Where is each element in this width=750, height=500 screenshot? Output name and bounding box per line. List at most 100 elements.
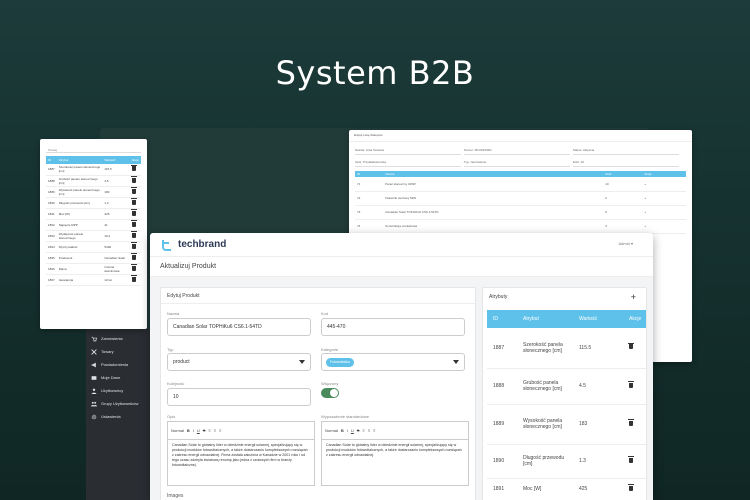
column-header[interactable]: Atrybut <box>56 156 103 164</box>
table-row[interactable]: 1887 Szerokość panelu słonecznego [cm] 115… <box>46 164 141 176</box>
sidebar-item-users[interactable]: Użytkownicy <box>86 384 150 397</box>
sidebar-item-my-data[interactable]: Moje Dane <box>86 371 150 384</box>
table-row[interactable]: 74 Konstrukcja montażowa 4 + <box>355 219 686 234</box>
ordered-list-button[interactable]: ≡ <box>208 428 210 433</box>
trash-icon[interactable] <box>623 404 646 445</box>
order-input[interactable]: 10 <box>167 388 311 406</box>
table-row[interactable]: 1889 Wysokość panela słonecznego [cm] 183 <box>487 404 646 445</box>
table-row[interactable]: 1889 Wysokość panelu słonecznego [cm] 183 <box>46 186 141 198</box>
trash-icon[interactable] <box>129 274 141 286</box>
category-select[interactable]: Fotowoltaika <box>321 353 465 371</box>
bold-button[interactable]: B <box>341 428 344 433</box>
column-header[interactable]: Wartość <box>102 156 130 164</box>
sidebar-item-orders[interactable]: Zamówienia <box>86 332 150 345</box>
table-row[interactable]: 72 Falownik sieciowy 5kW 2 + <box>355 191 686 206</box>
column-header[interactable]: Akcje <box>129 156 141 164</box>
form-field[interactable]: Nazwa: Lista Testowa <box>355 146 461 155</box>
italic-button[interactable]: I <box>347 428 348 433</box>
trash-icon[interactable] <box>129 208 141 220</box>
table-row[interactable]: 1897 Gwarancja 12 lat <box>46 274 141 286</box>
underline-button[interactable]: U <box>197 428 200 433</box>
sidebar-item-settings[interactable]: Ustawienia <box>86 410 150 423</box>
italic-button[interactable]: I <box>193 428 194 433</box>
sidebar-item-products[interactable]: Towary <box>86 345 150 358</box>
standard-equipment-editor[interactable]: Normal B I U S ≡ ≡ ≡ Canadian Solar to g… <box>321 421 469 486</box>
table-row[interactable]: 1888 Grubość panelu słonecznego [cm] 4,5 <box>46 175 141 187</box>
column-header[interactable]: ID <box>46 156 57 164</box>
trash-icon[interactable] <box>129 241 141 253</box>
align-button[interactable]: ≡ <box>219 428 221 433</box>
ordered-list-button[interactable]: ≡ <box>362 428 364 433</box>
type-select[interactable]: product <box>167 353 311 371</box>
column-header[interactable]: Akcje <box>623 310 646 328</box>
category-chip[interactable]: Fotowoltaika <box>326 358 354 367</box>
cell-id: 1888 <box>46 175 57 187</box>
trash-icon[interactable] <box>623 368 646 405</box>
table-row[interactable]: 1892 Napięcie MPP 41 <box>46 219 141 231</box>
code-input[interactable]: 445-470 <box>321 318 465 336</box>
table-row[interactable]: 1896 Rama Czarna aluminiowa <box>46 263 141 275</box>
trash-icon[interactable] <box>129 263 141 275</box>
trash-icon[interactable] <box>129 197 141 209</box>
table-row[interactable]: 1887 Szerokość panela słonecznego [cm] 115… <box>487 328 646 369</box>
table-row[interactable]: 73 Canadian Solar TOPHiKu6 CS6.1-54TD 5 + <box>355 205 686 220</box>
strike-button[interactable]: S <box>203 428 206 433</box>
bullet-list-button[interactable]: ≡ <box>214 428 216 433</box>
table-row[interactable]: 1891 Moc [W] 425 <box>46 208 141 220</box>
table-row[interactable]: 1891 Moc [W] 425 <box>487 478 646 500</box>
column-header[interactable]: ID <box>487 310 517 328</box>
description-editor[interactable]: Normal B I U S ≡ ≡ ≡ Canadian Solar to g… <box>167 421 315 486</box>
cell-attr: Wysokość panela słonecznego [cm] <box>517 404 573 445</box>
add-icon[interactable]: + <box>642 177 686 192</box>
trash-icon[interactable] <box>129 252 141 264</box>
search-input[interactable]: Szukaj <box>46 147 141 153</box>
cell-id: 1889 <box>46 186 57 198</box>
sidebar-item-notifications[interactable]: Powiadomienia <box>86 358 150 371</box>
add-icon[interactable]: + <box>642 191 686 206</box>
add-icon[interactable]: + <box>642 205 686 220</box>
cell-val: 115.5 <box>573 328 623 369</box>
trash-icon[interactable] <box>129 175 141 187</box>
trash-icon[interactable] <box>129 219 141 231</box>
form-field[interactable]: Typ: zamówienie <box>463 158 570 167</box>
cell-attr: Grubość panelu słonecznego [cm] <box>56 175 103 187</box>
table-row[interactable]: 1890 Długość przewodu [cm] 1.3 <box>487 444 646 479</box>
form-field[interactable]: Status: Aktywna <box>572 146 679 155</box>
sidebar-item-user-groups[interactable]: Grupy Użytkowników <box>86 397 150 410</box>
field-value: ZK/2023/001 <box>474 148 492 152</box>
column-header[interactable]: Wartość <box>573 310 623 328</box>
trash-icon[interactable] <box>623 328 646 369</box>
trash-icon[interactable] <box>129 186 141 198</box>
add-icon[interactable]: + <box>642 219 686 234</box>
table-row[interactable]: 1894 Wytrzymałość 5400 <box>46 241 141 253</box>
table-row[interactable]: 1888 Grubość panela słonecznego [cm] 4.5 <box>487 368 646 405</box>
cell-id: 1887 <box>487 328 517 369</box>
user-menu[interactable]: Admin ▾ <box>619 241 633 246</box>
brand-logo[interactable]: techbrand <box>160 238 226 252</box>
add-attribute-button[interactable]: + <box>631 288 636 306</box>
format-select[interactable]: Normal <box>325 428 338 433</box>
table-row[interactable]: 1895 Producent Canadian Solar <box>46 252 141 264</box>
bold-button[interactable]: B <box>187 428 190 433</box>
align-button[interactable]: ≡ <box>373 428 375 433</box>
table-row[interactable]: 1890 Długość przewodu [cm] 1,3 <box>46 197 141 209</box>
category-label: Kategorie <box>321 347 339 352</box>
form-field[interactable]: Numer: ZK/2023/001 <box>463 146 570 155</box>
form-field[interactable]: Ilość: 10 <box>572 158 679 167</box>
enabled-toggle[interactable] <box>321 388 339 398</box>
name-input[interactable]: Canadian Solar TOPHiKu6 CS6.1-54TD <box>167 318 311 336</box>
trash-icon[interactable] <box>129 230 141 242</box>
table-row[interactable]: 71 Panel słoneczny 425W 10 + <box>355 177 686 192</box>
form-field[interactable]: Opis: Przykładowa lista <box>355 158 461 167</box>
gear-icon <box>91 414 97 420</box>
table-row[interactable]: 1893 Wydajność panelu słonecznego 19,4 <box>46 230 141 242</box>
trash-icon[interactable] <box>129 164 141 176</box>
strike-button[interactable]: S <box>357 428 360 433</box>
cell-qty: 4 <box>603 219 643 234</box>
trash-icon[interactable] <box>623 444 646 479</box>
bullet-list-button[interactable]: ≡ <box>368 428 370 433</box>
underline-button[interactable]: U <box>351 428 354 433</box>
trash-icon[interactable] <box>623 478 646 500</box>
column-header[interactable]: Atrybut <box>517 310 573 328</box>
format-select[interactable]: Normal <box>171 428 184 433</box>
